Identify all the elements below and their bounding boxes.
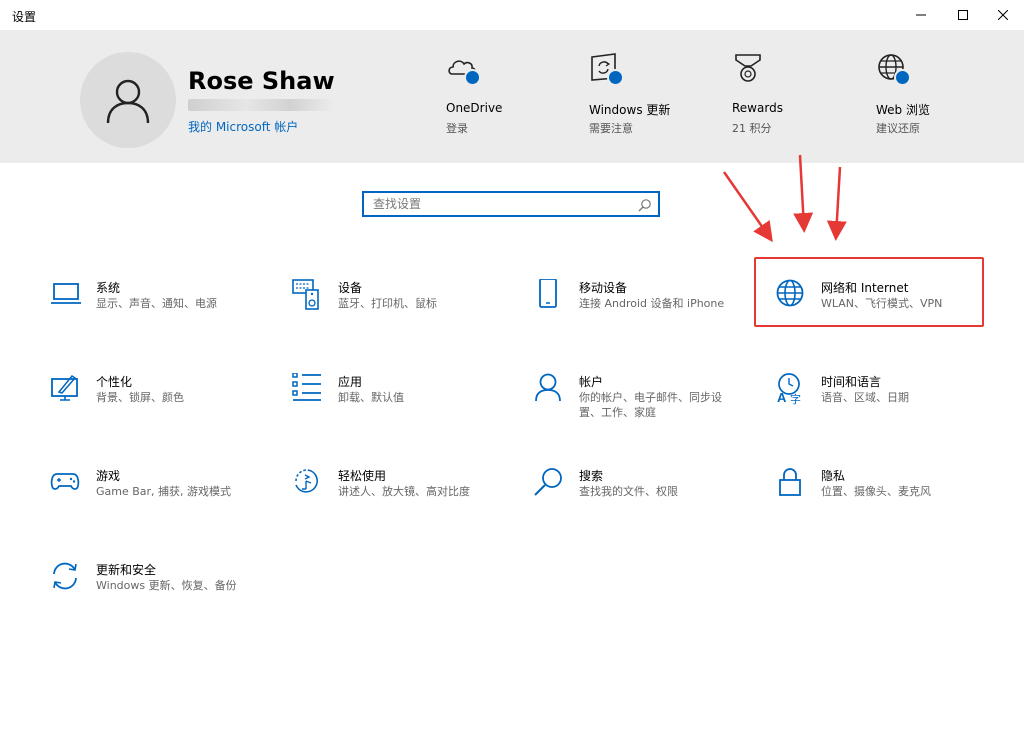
search-icon [534,468,562,496]
close-button[interactable] [980,0,1024,30]
microsoft-account-link[interactable]: 我的 Microsoft 帐户 [188,118,298,135]
tile-name: Web 浏览 [876,103,930,117]
tile-status: 建议还原 [876,122,920,135]
category-name: 更新和安全 [96,563,157,577]
category-privacy[interactable]: 隐私 位置、摄像头、麦克风 [775,467,1005,527]
category-ease-of-access[interactable]: 轻松使用 讲述人、放大镜、高对比度 [292,467,522,527]
category-desc: 卸载、默认值 [338,391,404,404]
category-name: 个性化 [96,375,133,389]
category-personalization[interactable]: 个性化 背景、锁屏、颜色 [50,373,280,433]
svg-text:A: A [777,390,787,405]
search-box [362,191,660,217]
person-icon [106,79,150,124]
keyboard-speaker-icon [292,279,319,310]
category-update-security[interactable]: 更新和安全 Windows 更新、恢复、备份 [50,561,280,621]
minimize-icon [916,14,926,16]
user-name: Rose Shaw [188,67,335,95]
category-name: 系统 [96,281,121,295]
apps-list-icon [292,373,321,401]
category-name: 时间和语言 [821,375,882,389]
category-desc: 语音、区域、日期 [821,391,909,404]
close-icon [998,10,1008,20]
window-title: 设置 [12,10,37,24]
tile-name: Rewards [732,101,783,115]
lock-icon [779,468,801,496]
gamepad-icon [50,473,80,490]
time-language-icon: A 字 [777,373,801,405]
category-name: 应用 [338,375,363,389]
category-accounts[interactable]: 帐户 你的帐户、电子邮件、同步设置、工作、家庭 [533,373,763,433]
category-name: 隐私 [821,469,846,483]
highlight-box [754,257,984,327]
category-desc: Windows 更新、恢复、备份 [96,579,237,592]
tile-onedrive[interactable]: OneDrive 登录 [446,52,576,142]
category-desc: 显示、声音、通知、电源 [96,297,217,310]
arrow-2 [793,154,814,233]
avatar[interactable] [80,52,176,148]
notification-badge [607,69,624,86]
arrow-1 [722,171,773,243]
arrow-3 [826,166,847,241]
category-desc: Game Bar, 捕获, 游戏模式 [96,485,232,498]
category-apps[interactable]: 应用 卸载、默认值 [292,373,522,433]
sync-icon [53,562,77,590]
search-icon[interactable] [638,198,652,212]
category-desc: 讲述人、放大镜、高对比度 [338,485,470,498]
title-bar: 设置 [0,0,1024,30]
category-system[interactable]: 系统 显示、声音、通知、电源 [50,279,280,339]
tile-rewards[interactable]: Rewards 21 积分 [732,52,862,142]
ease-of-access-icon [295,469,318,493]
medal-icon [735,54,761,82]
user-email: x [188,99,334,111]
tile-windows-update[interactable]: Windows 更新 需要注意 [589,52,719,142]
tile-name: OneDrive [446,101,503,115]
category-gaming[interactable]: 游戏 Game Bar, 捕获, 游戏模式 [50,467,280,527]
category-desc: 连接 Android 设备和 iPhone [579,297,725,310]
tile-status: 登录 [446,122,468,135]
category-name: 帐户 [579,375,604,389]
category-desc: 你的帐户、电子邮件、同步设置、工作、家庭 [579,391,722,419]
category-name: 轻松使用 [338,469,387,483]
tile-status: 需要注意 [589,122,633,135]
category-mobile-devices[interactable]: 移动设备 连接 Android 设备和 iPhone [533,279,763,339]
minimize-button[interactable] [898,0,944,30]
category-devices[interactable]: 设备 蓝牙、打印机、鼠标 [292,279,522,339]
category-time-language[interactable]: A 字 时间和语言 语音、区域、日期 [775,373,1005,433]
notification-badge [464,69,481,86]
notification-badge [894,69,911,86]
category-name: 搜索 [579,469,604,483]
maximize-icon [958,10,968,20]
category-search[interactable]: 搜索 查找我的文件、权限 [533,467,763,527]
category-name: 游戏 [96,469,121,483]
tile-status: 21 积分 [732,122,772,135]
tile-name: Windows 更新 [589,103,671,117]
category-name: 设备 [338,281,363,295]
phone-icon [539,279,557,308]
person-icon [535,373,561,402]
laptop-icon [51,283,81,304]
svg-text:字: 字 [790,392,801,405]
category-desc: 查找我的文件、权限 [579,485,678,498]
category-desc: 背景、锁屏、颜色 [96,391,184,404]
account-header: Rose Shaw x 我的 Microsoft 帐户 OneDrive 登录 … [0,30,1024,163]
category-desc: 位置、摄像头、麦克风 [821,485,931,498]
paint-icon [51,374,78,401]
tile-web-browsing[interactable]: Web 浏览 建议还原 [876,52,1006,142]
search-input[interactable] [364,193,633,215]
category-desc: 蓝牙、打印机、鼠标 [338,297,437,310]
category-name: 移动设备 [579,281,628,295]
